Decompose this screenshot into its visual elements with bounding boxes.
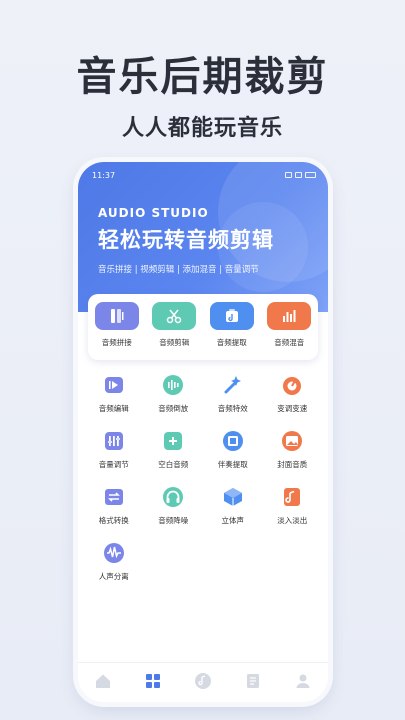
pitch-icon — [279, 372, 305, 398]
tool-label: 空白音频 — [158, 460, 189, 469]
tool-stereo[interactable]: 立体声 — [203, 484, 263, 526]
featured-item-mix[interactable]: 音频混音 — [263, 302, 315, 348]
featured-item-splice[interactable]: 音频拼接 — [91, 302, 143, 348]
tool-format[interactable]: 格式转换 — [84, 484, 144, 526]
tab-music[interactable] — [188, 668, 218, 698]
status-icons — [285, 172, 316, 178]
home-icon — [94, 672, 112, 694]
tool-denoise[interactable]: 音频降噪 — [144, 484, 204, 526]
tool-pitch[interactable]: 变调变速 — [263, 372, 323, 414]
scissors-icon — [152, 302, 197, 330]
magic-icon — [220, 372, 246, 398]
tool-label: 音量调节 — [98, 460, 129, 469]
wifi-icon — [295, 172, 302, 178]
volume-icon — [101, 428, 127, 454]
hero-title: 音乐后期裁剪 — [76, 54, 329, 100]
edit-icon — [101, 372, 127, 398]
tool-label: 音频倒放 — [158, 404, 189, 413]
featured-item-extract[interactable]: 音频提取 — [206, 302, 258, 348]
tool-label: 人声分离 — [98, 572, 129, 581]
status-time: 11:37 — [92, 170, 116, 180]
featured-label: 音频提取 — [216, 338, 247, 347]
tool-label: 音频特效 — [217, 404, 248, 413]
tool-volume[interactable]: 音量调节 — [84, 428, 144, 470]
profile-icon — [294, 672, 312, 694]
hero-subtitle: 人人都能玩音乐 — [121, 116, 283, 141]
document-icon — [244, 672, 262, 694]
featured-label: 音频剪辑 — [159, 338, 190, 347]
tab-tools[interactable] — [138, 668, 168, 698]
tool-blank[interactable]: 空白音频 — [144, 428, 204, 470]
blank-audio-icon — [160, 428, 186, 454]
tool-vocal-split[interactable]: 人声分离 — [84, 540, 144, 582]
tool-label: 格式转换 — [98, 516, 129, 525]
denoise-icon — [160, 484, 186, 510]
battery-icon — [305, 172, 316, 178]
tool-label: 音频降噪 — [158, 516, 189, 525]
featured-card: 音频拼接 音频剪辑 音频提取 音频混音 — [88, 294, 318, 360]
featured-label: 音频拼接 — [101, 338, 132, 347]
tab-documents[interactable] — [238, 668, 268, 698]
vocal-split-icon — [101, 540, 127, 566]
status-bar: 11:37 — [92, 169, 316, 181]
tool-edit[interactable]: 音频编辑 — [84, 372, 144, 414]
fade-icon — [279, 484, 305, 510]
splice-icon — [94, 302, 139, 330]
banner-brand: AUDIO STUDIO — [98, 206, 209, 220]
tool-label: 封面音质 — [277, 460, 308, 469]
tools-grid: 音频编辑 音频倒放 音频特效 变调变速 音量调节 空白音频 伴奏提取 封面音质 — [84, 372, 322, 582]
tool-label: 伴奏提取 — [217, 460, 248, 469]
tool-cover[interactable]: 封面音质 — [263, 428, 323, 470]
tool-accompaniment[interactable]: 伴奏提取 — [203, 428, 263, 470]
banner-title: 轻松玩转音频剪辑 — [98, 228, 274, 252]
signal-icon — [285, 172, 292, 178]
grid-icon — [144, 672, 162, 694]
tool-fade[interactable]: 淡入淡出 — [263, 484, 323, 526]
tab-home[interactable] — [88, 668, 118, 698]
tool-label: 变调变速 — [277, 404, 308, 413]
accompaniment-icon — [220, 428, 246, 454]
tool-effects[interactable]: 音频特效 — [203, 372, 263, 414]
bottom-tab-bar — [78, 662, 328, 702]
tool-label: 立体声 — [221, 516, 245, 525]
tool-label: 音频编辑 — [98, 404, 129, 413]
format-icon — [101, 484, 127, 510]
extract-icon — [209, 302, 254, 330]
stereo-icon — [220, 484, 246, 510]
featured-item-cut[interactable]: 音频剪辑 — [148, 302, 200, 348]
featured-label: 音频混音 — [274, 338, 305, 347]
tool-reverse[interactable]: 音频倒放 — [144, 372, 204, 414]
phone-frame: 11:37 AUDIO STUDIO 轻松玩转音频剪辑 音乐拼接 | 视频剪辑 … — [78, 162, 328, 702]
tab-profile[interactable] — [288, 668, 318, 698]
banner[interactable]: 11:37 AUDIO STUDIO 轻松玩转音频剪辑 音乐拼接 | 视频剪辑 … — [78, 162, 328, 312]
banner-tags: 音乐拼接 | 视频剪辑 | 添加混音 | 音量调节 — [98, 265, 259, 275]
reverse-icon — [160, 372, 186, 398]
music-icon — [194, 672, 212, 694]
tool-label: 淡入淡出 — [277, 516, 308, 525]
mixer-icon — [267, 302, 312, 330]
cover-icon — [279, 428, 305, 454]
